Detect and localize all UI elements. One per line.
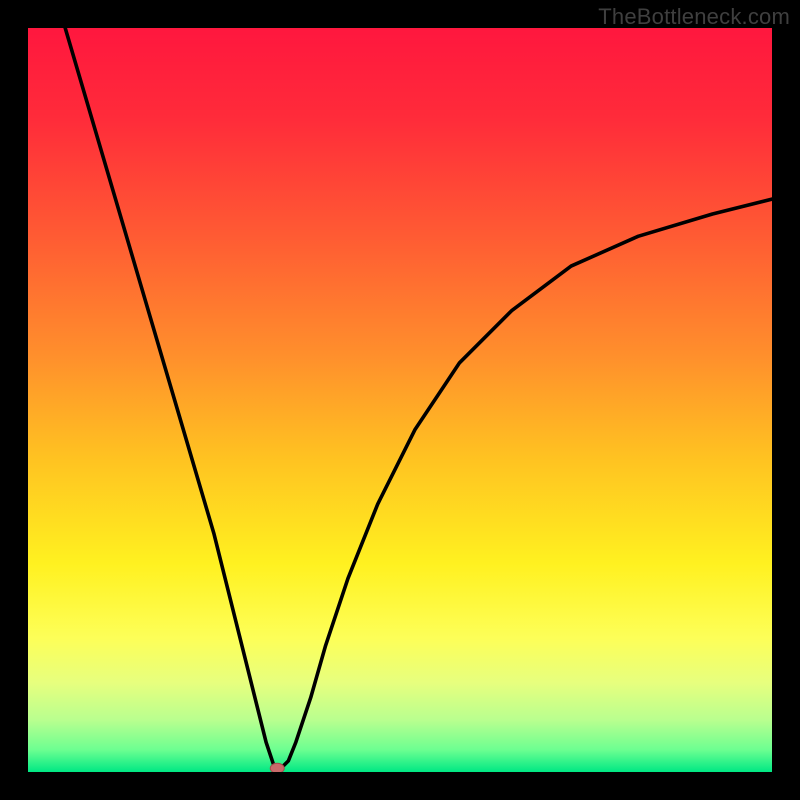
heat-background xyxy=(28,28,772,772)
chart-container: TheBottleneck.com xyxy=(0,0,800,800)
plot-svg xyxy=(28,28,772,772)
minimum-marker-icon xyxy=(270,763,284,772)
watermark-text: TheBottleneck.com xyxy=(598,4,790,30)
plot-area xyxy=(28,28,772,772)
